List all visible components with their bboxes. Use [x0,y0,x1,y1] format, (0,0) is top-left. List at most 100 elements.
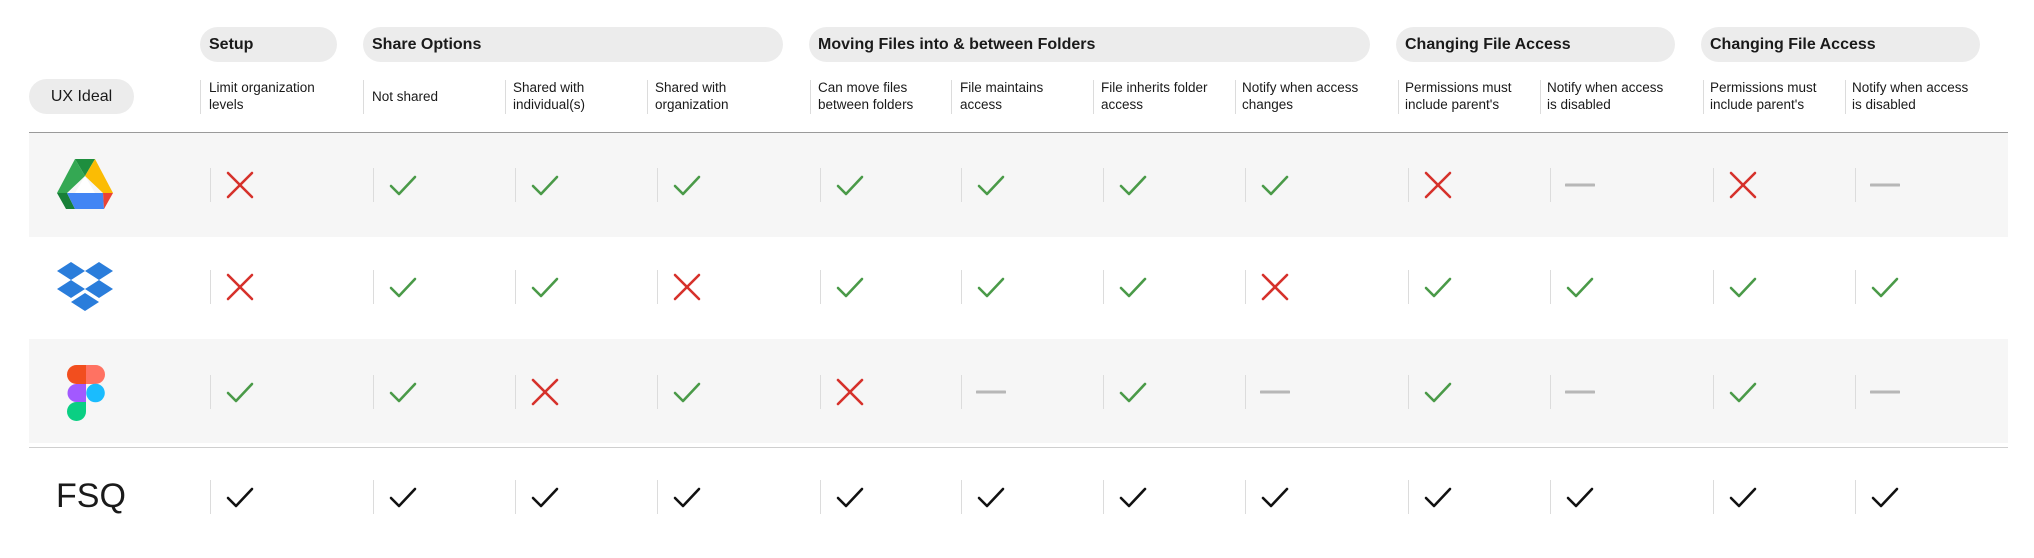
check-icon [1261,175,1289,196]
column-label-permissions-parent-2: Permissions must include parent's [1710,80,1817,112]
column-label-notify-disabled-1: Notify when access is disabled [1547,80,1664,112]
column-label-file-maintains-access: File maintains access [960,80,1044,112]
header-column-separator [200,80,201,114]
dash-icon [1260,390,1290,394]
cell-separator [515,375,516,409]
cell-separator [657,168,658,202]
cell-separator [1103,480,1104,514]
column-label-inherits-folder-access: File inherits folder access [1101,80,1208,112]
check-icon [226,382,254,403]
dropbox-logo [57,262,113,311]
cell-separator [657,270,658,304]
cell-separator [961,375,962,409]
check-icon [531,277,559,298]
check-icon [1729,382,1757,403]
header-column-separator [810,80,811,114]
column-label-limit-org-levels: Limit organization levels [209,80,315,112]
check-icon [673,487,701,508]
cell-separator [1408,168,1409,202]
column-label-not-shared: Not shared [372,89,439,104]
cell-separator [820,375,821,409]
header-column-separator [1540,80,1541,114]
cross-icon [673,273,701,301]
cell-separator [820,480,821,514]
check-icon [1566,487,1594,508]
check-icon [389,487,417,508]
row-band-google-drive [29,133,2008,237]
cell-separator [1855,168,1856,202]
cross-icon [836,378,864,406]
check-icon [1566,277,1594,298]
cell-separator [373,480,374,514]
dash-icon [1870,183,1900,187]
cell-separator [1103,270,1104,304]
cell-separator [210,270,211,304]
column-label-move-files: Can move files between folders [818,80,914,112]
check-icon [1424,487,1452,508]
check-icon [1119,175,1147,196]
cell-separator [961,480,962,514]
check-icon [1119,382,1147,403]
header-column-separator [1703,80,1704,114]
cell-separator [210,375,211,409]
cross-icon [1261,273,1289,301]
group-moving-files: Moving Files into & between Folders [809,27,1370,62]
cell-separator [1713,168,1714,202]
cell-separator [820,168,821,202]
group-changing-file-access-2: Changing File Access [1701,27,1980,62]
dash-icon [1565,390,1595,394]
cell-separator [1550,270,1551,304]
check-icon [673,175,701,196]
cell-separator [1855,270,1856,304]
check-icon [673,382,701,403]
check-icon [836,175,864,196]
check-icon [977,175,1005,196]
cell-separator [1245,168,1246,202]
check-icon [531,175,559,196]
check-icon [389,175,417,196]
header-column-separator [1093,80,1094,114]
cell-separator [1550,375,1551,409]
cell-separator [961,168,962,202]
cross-icon [1729,171,1757,199]
cell-separator [515,270,516,304]
check-icon [1424,277,1452,298]
header-column-separator [647,80,648,114]
column-label-shared-individuals: Shared with individual(s) [513,80,586,112]
cell-separator [1550,480,1551,514]
figma-logo [67,365,105,421]
cross-icon [1424,171,1452,199]
fsq-label: FSQ [56,477,126,515]
check-icon [1729,277,1757,298]
cell-separator [1408,375,1409,409]
dash-icon [976,390,1006,394]
check-icon [1871,277,1899,298]
header-column-separator [363,80,364,114]
cell-separator [961,270,962,304]
cell-separator [1713,270,1714,304]
check-icon [977,487,1005,508]
check-icon [1119,487,1147,508]
cell-separator [210,168,211,202]
cell-separator [1408,270,1409,304]
header-column-separator [505,80,506,114]
check-icon [1424,382,1452,403]
row-band-figma [29,339,2008,443]
cell-separator [1245,375,1246,409]
group-share-options: Share Options [363,27,783,62]
google-drive-logo [57,159,113,209]
check-icon [1729,487,1757,508]
group-changing-file-access-1: Changing File Access [1396,27,1675,62]
check-icon [389,277,417,298]
column-label-notify-disabled-2: Notify when access is disabled [1852,80,1969,112]
row-divider-fsq [29,447,2008,448]
dash-icon [1565,183,1595,187]
cell-separator [1713,375,1714,409]
cell-separator [1713,480,1714,514]
cell-separator [1550,168,1551,202]
cell-separator [210,480,211,514]
header-column-separator [1398,80,1399,114]
column-label-shared-organization: Shared with organization [655,80,729,112]
cell-separator [515,168,516,202]
column-label-notify-access-changes: Notify when access changes [1242,80,1359,112]
